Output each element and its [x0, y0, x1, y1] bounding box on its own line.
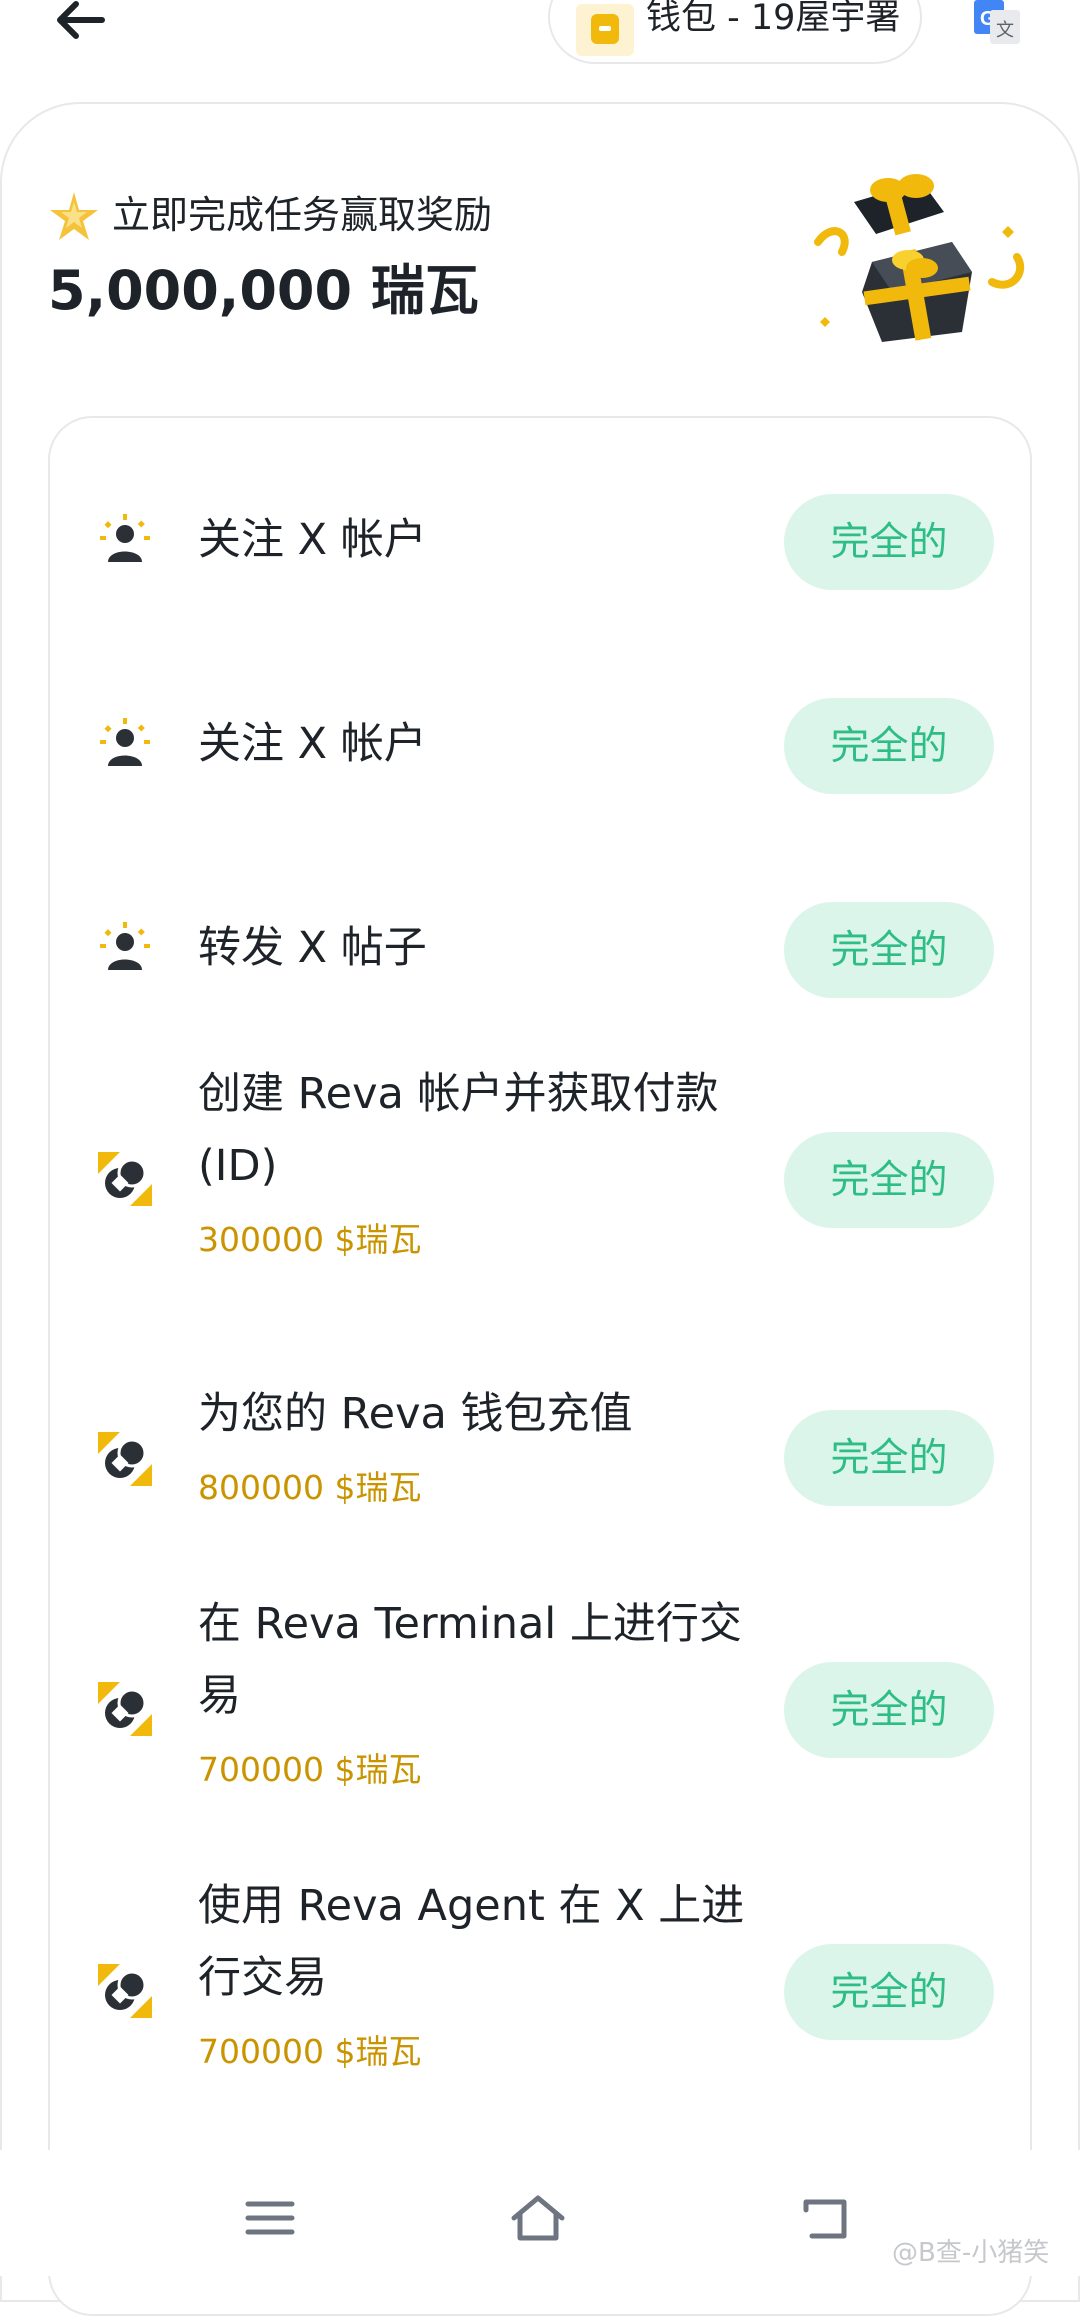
wallet-selector[interactable]: 钱包 - 19屋宇署 [548, 0, 922, 64]
translate-icon[interactable]: G 文 [974, 0, 1020, 44]
complete-button[interactable]: 完全的 [784, 1662, 994, 1758]
complete-button[interactable]: 完全的 [784, 1410, 994, 1506]
task-title: 关注 X 帐户 [198, 515, 427, 565]
task-reward: 700000 $瑞瓦 [198, 2032, 422, 2071]
menu-icon[interactable] [240, 2190, 300, 2246]
task-title: 转发 X 帖子 [198, 923, 427, 973]
complete-button[interactable]: 完全的 [784, 902, 994, 998]
coin-icon [98, 1682, 152, 1736]
wallet-icon [576, 4, 634, 56]
home-icon[interactable] [508, 2190, 568, 2246]
watermark: @B查-小猪笑 [892, 2238, 1050, 2268]
coin-icon [98, 1152, 152, 1206]
task-row: 关注 X 帐户 完全的 [50, 622, 1034, 822]
task-title: 为您的 Reva 钱包充值 [198, 1389, 633, 1439]
top-bar: 钱包 - 19屋宇署 G 文 [0, 0, 1080, 80]
task-reward: 700000 $瑞瓦 [198, 1750, 422, 1789]
social-user-icon [98, 922, 152, 976]
hero-subtitle: 立即完成任务赢取奖励 [112, 193, 493, 237]
task-row: 为您的 Reva 钱包充值 800000 $瑞瓦 完全的 [50, 1378, 1034, 1538]
complete-button[interactable]: 完全的 [784, 698, 994, 794]
task-row: 创建 Reva 帐户并获取付款(ID) 300000 $瑞瓦 完全的 [50, 1058, 1034, 1298]
complete-button[interactable]: 完全的 [784, 494, 994, 590]
coin-icon [98, 1964, 152, 2018]
task-title: 创建 Reva 帐户并获取付款(ID) [198, 1069, 719, 1191]
task-title: 在 Reva Terminal 上进行交易 [198, 1599, 742, 1721]
reward-total: 5,000,000 瑞瓦 [48, 259, 479, 322]
task-row: 在 Reva Terminal 上进行交易 700000 $瑞瓦 完全的 [50, 1588, 1034, 1828]
complete-button[interactable]: 完全的 [784, 1132, 994, 1228]
task-list: 关注 X 帐户 完全的 关注 X 帐户 完全的 转发 X 帖子 完全的 创建 R… [48, 416, 1032, 2316]
svg-text:文: 文 [996, 20, 1014, 41]
social-user-icon [98, 718, 152, 772]
task-row: 关注 X 帐户 完全的 [50, 418, 1034, 618]
coin-icon [98, 1432, 152, 1486]
gift-box-illustration [812, 172, 1034, 342]
back-button[interactable] [52, 0, 112, 42]
complete-button[interactable]: 完全的 [784, 1944, 994, 2040]
arrow-left-icon [57, 1, 105, 39]
task-title: 使用 Reva Agent 在 X 上进行交易 [198, 1881, 745, 2003]
task-reward: 300000 $瑞瓦 [198, 1220, 422, 1259]
task-row: 转发 X 帖子 完全的 [50, 826, 1034, 1026]
task-row: 使用 Reva Agent 在 X 上进行交易 700000 $瑞瓦 完全的 [50, 1870, 1034, 2110]
social-user-icon [98, 514, 152, 568]
wallet-selector-label: 钱包 - 19屋宇署 [646, 0, 901, 38]
task-title: 关注 X 帐户 [198, 719, 427, 769]
task-reward: 800000 $瑞瓦 [198, 1468, 422, 1507]
back-nav-icon[interactable] [796, 2190, 856, 2246]
star-icon [48, 190, 100, 242]
